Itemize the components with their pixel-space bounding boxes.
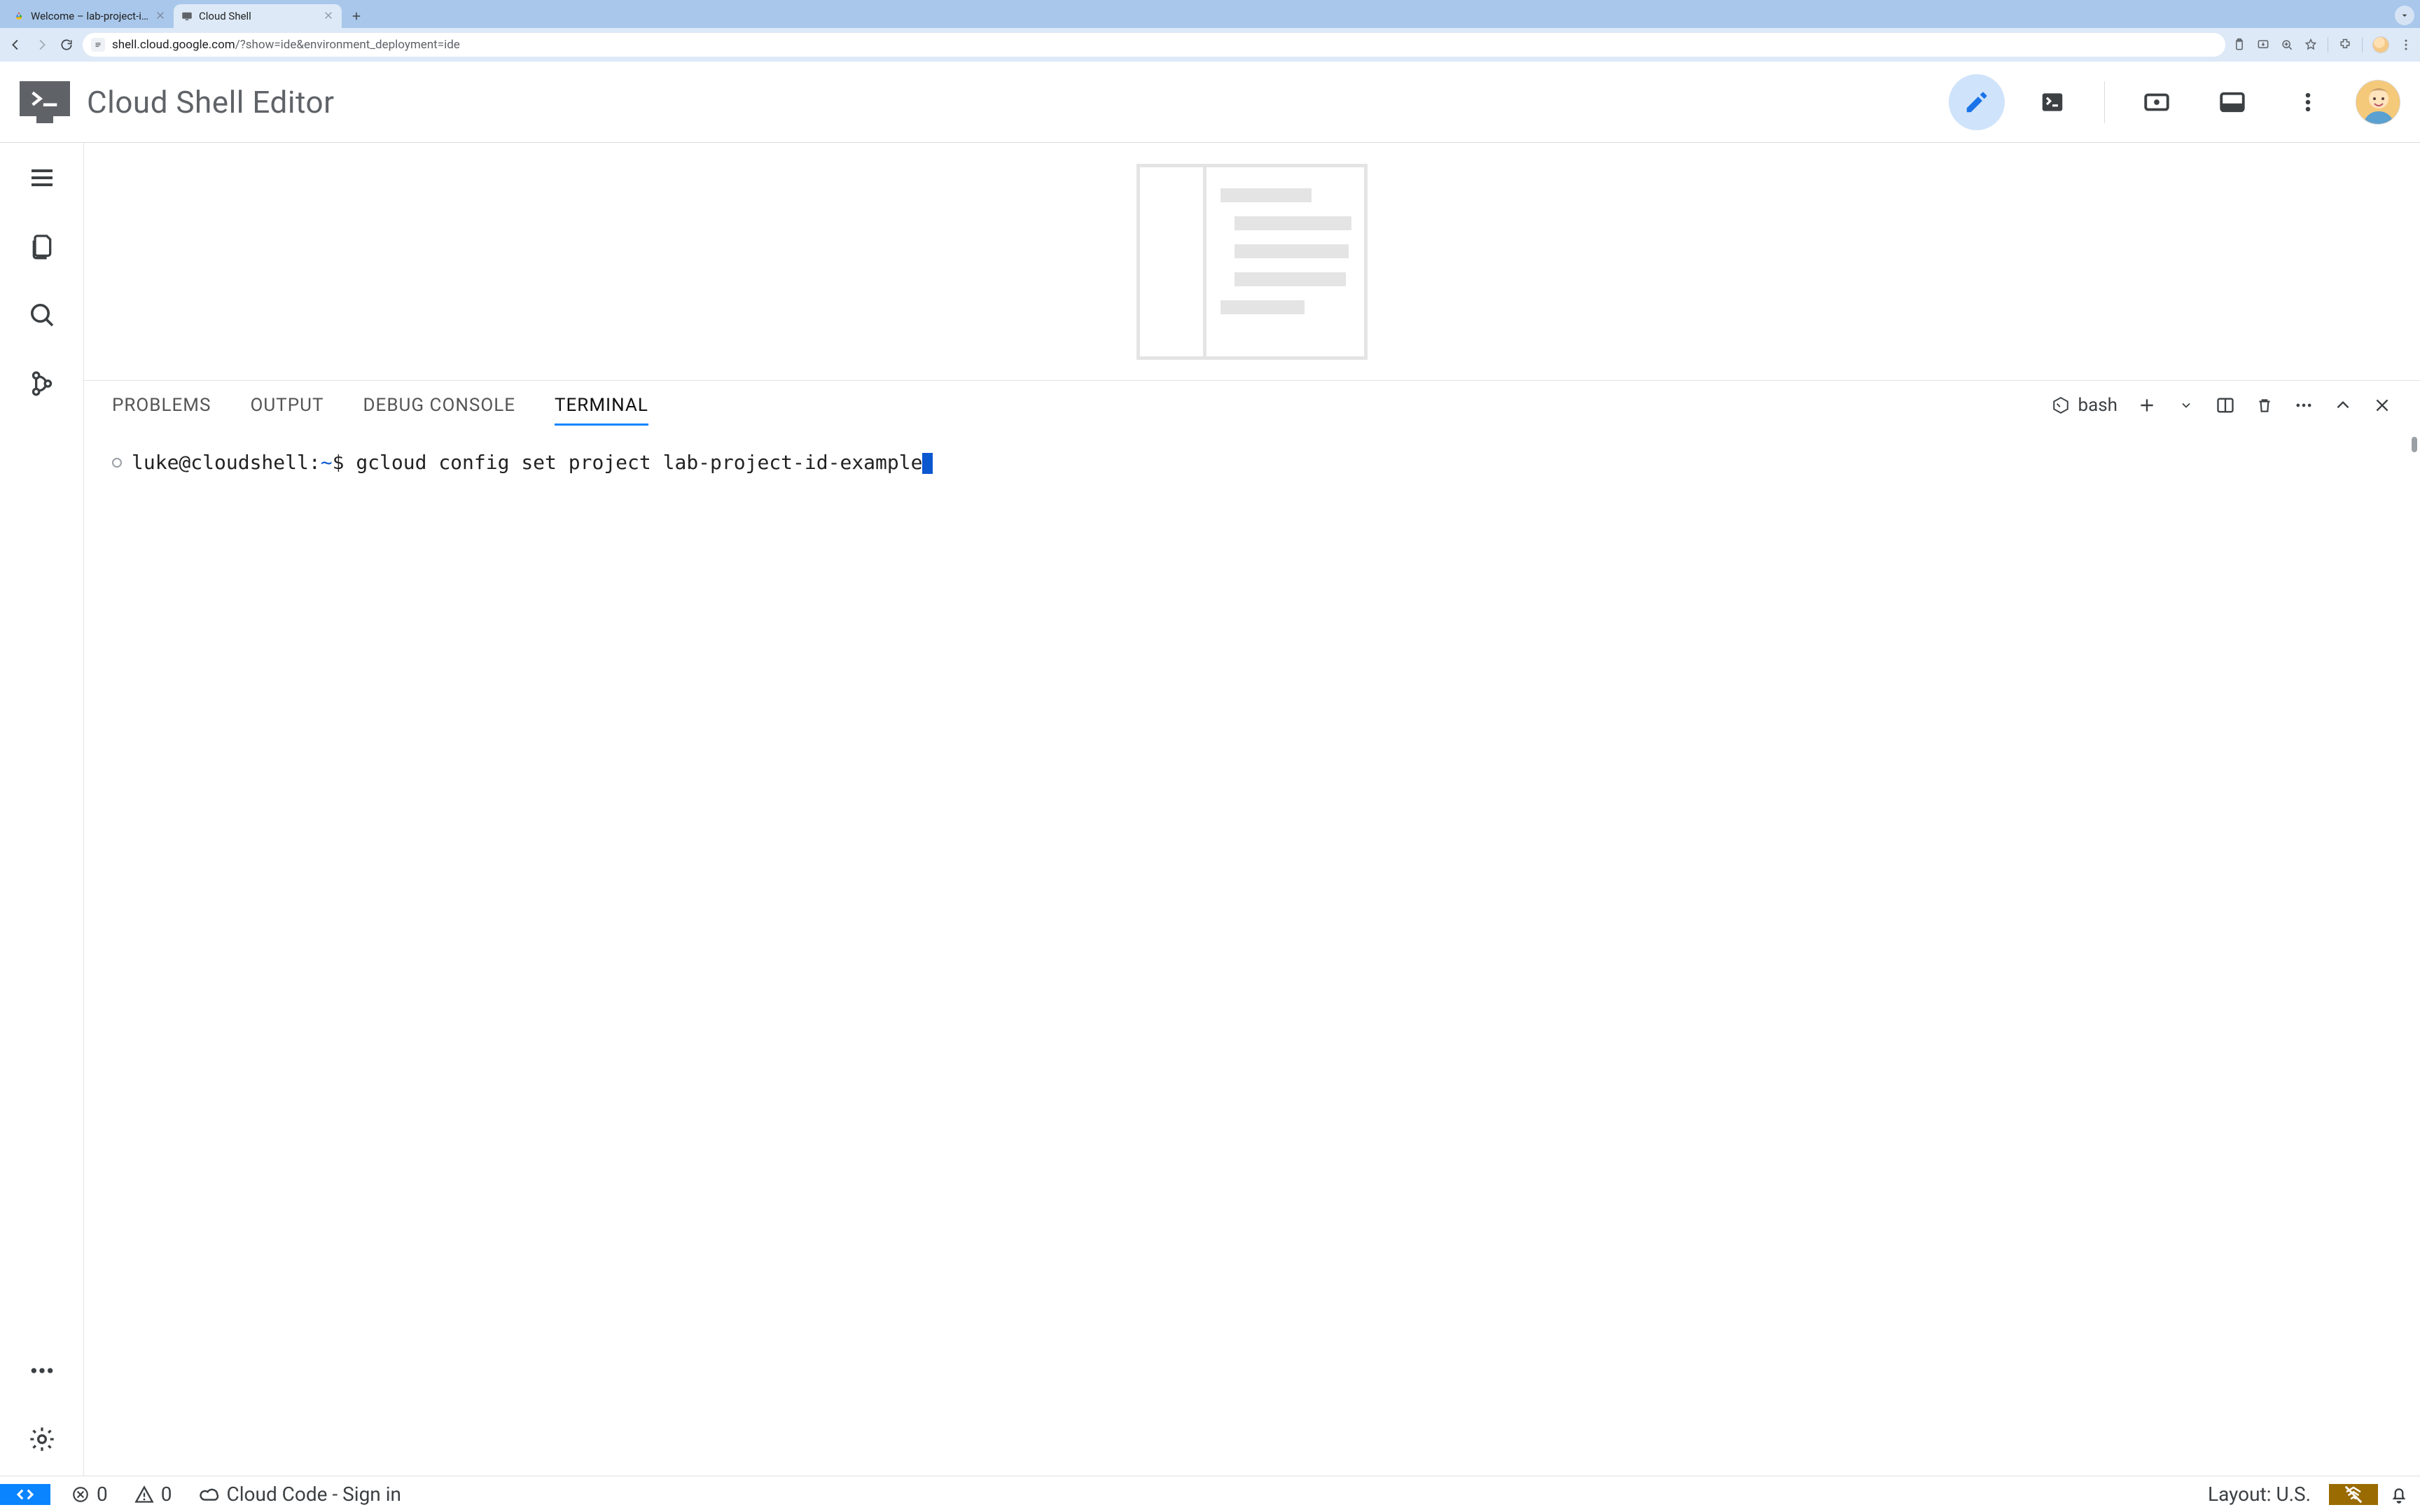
close-icon[interactable] xyxy=(324,10,335,22)
editor-area: PROBLEMS OUTPUT DEBUG CONSOLE TERMINAL b… xyxy=(84,143,2420,1476)
panel-toolbar: bash xyxy=(2052,395,2392,416)
settings-gear-icon[interactable] xyxy=(27,1424,57,1455)
source-control-icon[interactable] xyxy=(27,368,57,399)
browser-tab-strip: Welcome – lab-project-id-ex Cloud Shell xyxy=(0,0,2420,28)
clipboard-icon[interactable] xyxy=(2232,38,2246,52)
terminal-dropdown-icon[interactable] xyxy=(2176,396,2196,415)
site-info-icon[interactable] xyxy=(91,38,105,52)
kebab-menu-icon[interactable] xyxy=(2399,38,2413,52)
tab-title: Welcome – lab-project-id-ex xyxy=(31,10,150,22)
menu-icon[interactable] xyxy=(27,162,57,193)
cloud-shell-toolbar xyxy=(1949,74,2400,130)
preview-button[interactable] xyxy=(2129,74,2185,130)
close-panel-button[interactable] xyxy=(2372,396,2392,415)
status-keyboard-layout[interactable]: Layout: U.S. xyxy=(2190,1483,2329,1506)
document-placeholder-icon xyxy=(1136,164,1368,360)
back-button[interactable] xyxy=(7,36,25,54)
divider xyxy=(2362,37,2363,52)
terminal-line: luke@cloudshell:~$ gcloud config set pro… xyxy=(112,451,2392,474)
terminal-scrollbar-thumb[interactable] xyxy=(2412,437,2417,452)
tab-terminal[interactable]: TERMINAL xyxy=(555,388,648,423)
terminal-shell-indicator[interactable]: bash xyxy=(2052,395,2118,416)
page-title: Cloud Shell Editor xyxy=(87,84,335,120)
tab-output[interactable]: OUTPUT xyxy=(250,388,324,423)
terminal-prompt: luke@cloudshell:~$ gcloud config set pro… xyxy=(132,451,933,474)
reload-button[interactable] xyxy=(57,36,76,54)
extensions-icon[interactable] xyxy=(2338,38,2352,52)
browser-toolbar-icons xyxy=(2232,36,2413,53)
profile-avatar-icon[interactable] xyxy=(2372,36,2389,53)
terminal-status-dot-icon xyxy=(112,458,122,468)
status-errors[interactable]: 0 xyxy=(66,1483,113,1506)
status-cloud-code[interactable]: Cloud Code - Sign in xyxy=(193,1483,407,1506)
terminal-view[interactable]: luke@cloudshell:~$ gcloud config set pro… xyxy=(84,430,2420,1476)
new-terminal-button[interactable] xyxy=(2137,396,2157,415)
new-tab-button[interactable] xyxy=(346,6,367,27)
bookmark-star-icon[interactable] xyxy=(2304,38,2318,52)
split-terminal-button[interactable] xyxy=(2216,396,2235,415)
address-bar[interactable]: shell.cloud.google.com/?show=ide&environ… xyxy=(83,33,2225,57)
close-icon[interactable] xyxy=(155,10,167,22)
layout-button[interactable] xyxy=(2204,74,2260,130)
browser-tab[interactable]: Welcome – lab-project-id-ex xyxy=(6,4,174,28)
panel-more-icon[interactable] xyxy=(2294,396,2314,415)
divider xyxy=(2104,81,2105,123)
explorer-icon[interactable] xyxy=(27,231,57,262)
status-notifications[interactable] xyxy=(2378,1485,2420,1504)
ide-area: PROBLEMS OUTPUT DEBUG CONSOLE TERMINAL b… xyxy=(0,143,2420,1476)
status-warnings[interactable]: 0 xyxy=(129,1483,178,1506)
cloudshell-favicon-icon xyxy=(181,10,193,22)
more-icon[interactable] xyxy=(27,1355,57,1386)
maximize-panel-button[interactable] xyxy=(2333,396,2353,415)
cloud-shell-logo-icon xyxy=(20,81,70,123)
account-avatar[interactable] xyxy=(2356,80,2400,125)
tab-overflow-button[interactable] xyxy=(2395,6,2414,25)
panel-tab-strip: PROBLEMS OUTPUT DEBUG CONSOLE TERMINAL b… xyxy=(84,381,2420,430)
search-icon[interactable] xyxy=(27,300,57,330)
open-terminal-button[interactable] xyxy=(2024,74,2080,130)
tab-debug-console[interactable]: DEBUG CONSOLE xyxy=(363,388,515,423)
url-text: shell.cloud.google.com/?show=ide&environ… xyxy=(112,38,460,52)
terminal-cursor xyxy=(922,453,933,474)
tab-title: Cloud Shell xyxy=(199,10,318,22)
open-editor-button[interactable] xyxy=(1949,74,2005,130)
bottom-panel: PROBLEMS OUTPUT DEBUG CONSOLE TERMINAL b… xyxy=(84,381,2420,1476)
gcp-favicon-icon xyxy=(13,10,25,22)
remote-indicator[interactable] xyxy=(0,1484,50,1505)
status-offline-indicator[interactable] xyxy=(2329,1484,2378,1505)
browser-toolbar: shell.cloud.google.com/?show=ide&environ… xyxy=(0,28,2420,62)
more-menu-button[interactable] xyxy=(2280,74,2336,130)
activity-bar xyxy=(0,143,84,1476)
status-bar: 0 0 Cloud Code - Sign in Layout: U.S. xyxy=(0,1476,2420,1512)
cloud-shell-header: Cloud Shell Editor xyxy=(0,62,2420,143)
browser-tab-active[interactable]: Cloud Shell xyxy=(174,4,342,28)
install-app-icon[interactable] xyxy=(2256,38,2270,52)
tab-problems[interactable]: PROBLEMS xyxy=(112,388,211,423)
zoom-icon[interactable] xyxy=(2280,38,2294,52)
kill-terminal-button[interactable] xyxy=(2255,396,2274,415)
forward-button[interactable] xyxy=(32,36,50,54)
editor-placeholder xyxy=(84,143,2420,381)
